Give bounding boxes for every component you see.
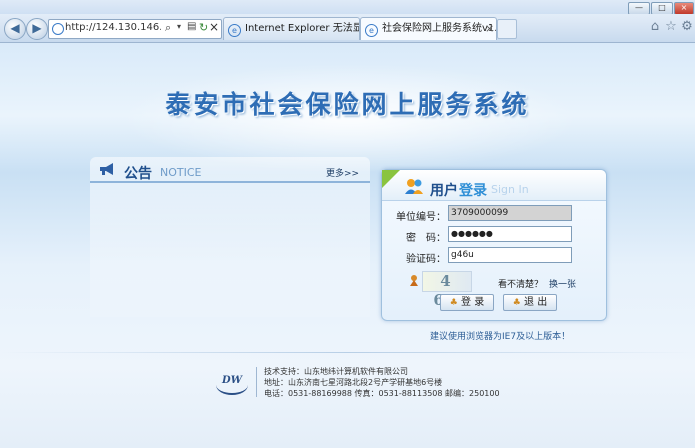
compatibility-icon[interactable]: ▤ xyxy=(187,21,196,32)
captcha-image[interactable]: 4 6u xyxy=(422,271,472,309)
password-label: 密 码： xyxy=(406,233,446,244)
tab-label: Internet Explorer 无法显示... xyxy=(245,23,360,34)
login-lock-icon: ♣ xyxy=(449,298,458,308)
web-page: 泰安市社会保险网上服务系统 公告 NOTICE 更多>> 用户 登录 Sign … xyxy=(0,43,695,448)
captcha-label: 验证码： xyxy=(406,254,446,265)
address-bar[interactable]: http://124.130.146.13:808 ⌕ ▾ ▤ ↻ × xyxy=(48,19,222,39)
notice-header: 公告 NOTICE 更多>> xyxy=(90,157,370,183)
exit-button[interactable]: ♣ 退 出 xyxy=(503,294,557,311)
notice-title-en: NOTICE xyxy=(160,166,202,179)
login-title: 用户 xyxy=(430,183,458,199)
back-arrow-icon: ◀ xyxy=(10,21,20,35)
login-button-label: 登 录 xyxy=(461,297,485,308)
exit-button-label: 退 出 xyxy=(524,297,548,308)
favorites-star-icon[interactable]: ☆ xyxy=(663,19,679,35)
footer-tech-support: 技术支持：山东地纬计算机软件有限公司 xyxy=(264,367,408,376)
search-icon[interactable]: ⌕ xyxy=(165,21,171,35)
footer-separator xyxy=(256,367,257,397)
window-title-bar xyxy=(0,0,695,14)
captcha-figure-icon xyxy=(408,274,420,286)
settings-gear-icon[interactable]: ⚙ xyxy=(679,19,695,35)
tab-ie-error[interactable]: e Internet Explorer 无法显示... xyxy=(223,17,360,40)
ie-icon: e xyxy=(365,24,378,37)
notice-more-link[interactable]: 更多>> xyxy=(326,166,359,179)
captcha-input[interactable]: g46u xyxy=(448,247,572,263)
tab-close-icon[interactable]: × xyxy=(485,18,494,40)
notice-panel: 公告 NOTICE 更多>> xyxy=(90,157,370,317)
system-title: 泰安市社会保险网上服务系统 xyxy=(165,90,530,119)
login-header: 用户 登录 Sign In xyxy=(382,170,606,201)
cant-see-text: 看不清楚？ xyxy=(498,280,544,290)
footer-contact: 电话：0531-88169988 传真：0531-88113508 邮编：250… xyxy=(264,389,500,398)
company-logo: DW xyxy=(216,375,248,395)
notice-title: 公告 xyxy=(124,166,152,182)
refresh-captcha-link[interactable]: 换一张 xyxy=(549,277,576,290)
footer-divider xyxy=(0,352,695,353)
ie-icon: e xyxy=(228,24,241,37)
page-globe-icon xyxy=(52,23,64,35)
stop-icon[interactable]: × xyxy=(209,20,219,34)
forward-arrow-icon: ▶ xyxy=(32,21,42,35)
refresh-icon[interactable]: ↻ xyxy=(199,21,208,34)
password-input[interactable]: ●●●●●● xyxy=(448,226,572,242)
address-url: http://124.130.146.13:808 xyxy=(65,22,161,33)
tab-social-insurance[interactable]: e 社会保险网上服务系统v1.0... × xyxy=(360,17,497,40)
dropdown-icon[interactable]: ▾ xyxy=(177,22,181,31)
login-button[interactable]: ♣ 登 录 xyxy=(440,294,494,311)
tab-label: 社会保险网上服务系统v1.0... xyxy=(382,23,496,34)
corner-decoration xyxy=(382,170,400,188)
unit-code-input[interactable]: 3709000099 xyxy=(448,205,572,221)
login-title-en: Sign In xyxy=(491,183,529,196)
forward-button[interactable]: ▶ xyxy=(26,18,48,40)
login-panel: 用户 登录 Sign In 单位编号： 3709000099 密 码： ●●●●… xyxy=(381,169,607,321)
home-icon[interactable]: ⌂ xyxy=(647,19,663,35)
back-button[interactable]: ◀ xyxy=(4,18,26,40)
browser-tip: 建议使用浏览器为IE7及以上版本！ xyxy=(430,332,571,342)
footer-address: 地址：山东济南七星河路北段2号产学研基地6号楼 xyxy=(264,378,443,387)
exit-icon: ♣ xyxy=(512,298,521,308)
unit-code-label: 单位编号： xyxy=(396,212,446,223)
megaphone-icon xyxy=(98,162,118,176)
new-tab-button[interactable] xyxy=(497,19,517,39)
users-icon xyxy=(404,177,424,195)
login-title-accent: 登录 xyxy=(459,183,487,199)
